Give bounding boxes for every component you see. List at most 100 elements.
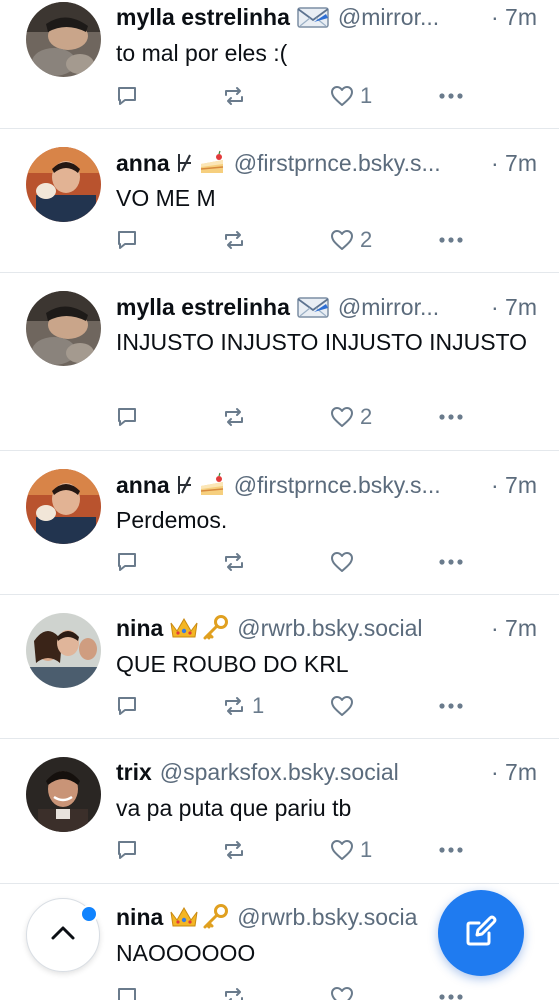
key-icon <box>201 615 229 641</box>
reply-bubble-icon <box>116 839 138 861</box>
key-icon <box>201 904 229 930</box>
repost-arrows-icon <box>222 550 246 574</box>
post-actions: 1 <box>116 691 476 721</box>
like-count: 1 <box>360 83 373 108</box>
more-button[interactable] <box>438 547 464 577</box>
post-time: · 7m <box>491 3 537 30</box>
post[interactable]: mylla estrelinha @mirror... · 7m INJUSTO… <box>0 273 559 451</box>
more-button[interactable] <box>438 835 464 865</box>
reply-button[interactable] <box>116 225 138 255</box>
post-header: anna @firstprnce.bsky.s... · 7m <box>116 468 537 502</box>
repost-button[interactable]: 1 <box>222 691 264 721</box>
like-button[interactable]: 2 <box>330 225 372 255</box>
feed: mylla estrelinha @mirror... · 7m to mal … <box>0 0 559 1000</box>
more-button[interactable] <box>438 225 464 255</box>
author-name[interactable]: anna <box>116 472 170 499</box>
author-handle[interactable]: @mirror... <box>338 294 483 321</box>
like-button[interactable]: 2 <box>330 402 372 432</box>
post-time: · 7m <box>491 758 537 785</box>
avatar[interactable] <box>26 757 101 832</box>
post-text: Perdemos. <box>116 507 228 533</box>
author-handle[interactable]: @rwrb.bsky.social <box>237 615 483 642</box>
repost-arrows-icon <box>222 838 246 862</box>
like-count: 2 <box>360 227 373 252</box>
post-header: mylla estrelinha @mirror... · 7m <box>116 0 537 34</box>
post-header: anna @firstprnce.bsky.s... · 7m <box>116 146 537 180</box>
reply-button[interactable] <box>116 81 138 111</box>
post-text: QUE ROUBO DO KRL <box>116 651 349 677</box>
heart-icon <box>330 986 354 1000</box>
post[interactable]: anna @firstprnce.bsky.s... · 7m Perdemos… <box>0 451 559 595</box>
like-button[interactable] <box>330 982 354 1000</box>
more-button[interactable] <box>438 982 464 1000</box>
like-count: 2 <box>360 404 373 429</box>
post[interactable]: anna @firstprnce.bsky.s... · 7m VO ME M … <box>0 129 559 273</box>
post-text: INJUSTO INJUSTO INJUSTO INJUSTO <box>116 329 528 355</box>
author-name[interactable]: nina <box>116 904 163 931</box>
post-time: · 7m <box>491 471 537 498</box>
more-button[interactable] <box>438 402 464 432</box>
repost-button[interactable] <box>222 402 252 432</box>
reply-button[interactable] <box>116 402 138 432</box>
avatar[interactable] <box>26 291 101 366</box>
post-actions <box>116 982 476 1000</box>
author-handle[interactable]: @sparksfox.bsky.social <box>160 759 483 786</box>
like-button[interactable] <box>330 691 360 721</box>
repost-button[interactable] <box>222 81 252 111</box>
more-button[interactable] <box>438 691 464 721</box>
post[interactable]: nina @rwrb.bsky.social · 7m QUE ROUBO DO… <box>0 595 559 739</box>
repost-button[interactable] <box>222 982 246 1000</box>
heart-icon <box>330 406 354 428</box>
author-handle[interactable]: @mirror... <box>338 4 483 31</box>
author-name[interactable]: mylla estrelinha <box>116 4 290 31</box>
like-button[interactable]: 1 <box>330 81 372 111</box>
post-actions: 2 <box>116 402 476 432</box>
author-handle[interactable]: @firstprnce.bsky.s... <box>234 472 483 499</box>
reply-bubble-icon <box>116 85 138 107</box>
repost-button[interactable] <box>222 835 252 865</box>
like-button[interactable] <box>330 547 360 577</box>
heart-icon <box>330 695 354 717</box>
post[interactable]: mylla estrelinha @mirror... · 7m to mal … <box>0 0 559 129</box>
post-header: nina @rwrb.bsky.social · 7m <box>116 611 537 645</box>
envelope-icon <box>296 4 330 30</box>
crown-icon <box>169 904 199 930</box>
more-dots-icon <box>438 846 464 854</box>
new-posts-dot <box>80 905 98 923</box>
cake-icon <box>198 472 226 498</box>
reply-bubble-icon <box>116 229 138 251</box>
like-button[interactable]: 1 <box>330 835 372 865</box>
post-time: · 7m <box>491 149 537 176</box>
repost-arrows-icon <box>222 84 246 108</box>
author-name[interactable]: mylla estrelinha <box>116 294 290 321</box>
author-name[interactable]: trix <box>116 759 152 786</box>
heart-icon <box>330 839 354 861</box>
reply-button[interactable] <box>116 982 138 1000</box>
post-text: va pa puta que pariu tb <box>116 795 352 821</box>
reply-button[interactable] <box>116 691 138 721</box>
repost-button[interactable] <box>222 225 252 255</box>
author-name[interactable]: anna <box>116 150 170 177</box>
avatar[interactable] <box>26 147 101 222</box>
repost-count: 1 <box>252 693 265 718</box>
author-handle[interactable]: @firstprnce.bsky.s... <box>234 150 483 177</box>
not-proves-icon <box>176 151 196 175</box>
repost-arrows-icon <box>222 694 246 718</box>
avatar[interactable] <box>26 2 101 77</box>
avatar[interactable] <box>26 613 101 688</box>
more-dots-icon <box>438 702 464 710</box>
chevron-up-icon <box>50 925 76 946</box>
post[interactable]: trix @sparksfox.bsky.social · 7m va pa p… <box>0 739 559 884</box>
repost-button[interactable] <box>222 547 252 577</box>
more-button[interactable] <box>438 81 464 111</box>
compose-button[interactable] <box>438 890 524 976</box>
author-name[interactable]: nina <box>116 615 163 642</box>
compose-pencil-icon <box>463 913 499 954</box>
post-actions: 1 <box>116 835 476 865</box>
avatar[interactable] <box>26 469 101 544</box>
reply-button[interactable] <box>116 835 138 865</box>
more-dots-icon <box>438 558 464 566</box>
author-handle[interactable]: @rwrb.bsky.socia <box>237 904 459 931</box>
reply-button[interactable] <box>116 547 138 577</box>
crown-icon <box>169 615 199 641</box>
